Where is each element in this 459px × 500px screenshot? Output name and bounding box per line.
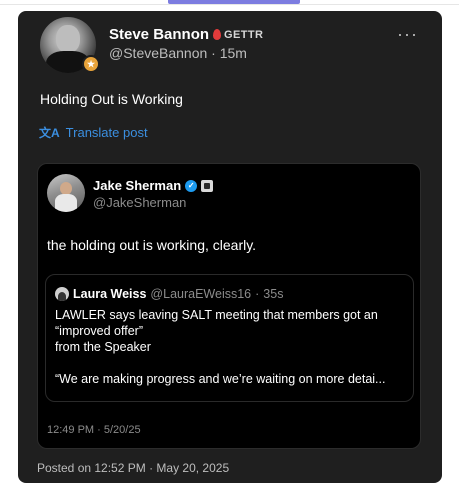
nested-header: Laura Weiss @LauraEWeiss16 · 35s bbox=[55, 287, 283, 301]
translate-button[interactable]: 文A Translate post bbox=[39, 124, 148, 141]
quoted-post[interactable]: Jake Sherman ✓ @JakeSherman the holding … bbox=[37, 163, 421, 449]
verified-icon: ✓ bbox=[185, 179, 198, 192]
translate-label: Translate post bbox=[65, 125, 148, 140]
nested-text: LAWLER says leaving SALT meeting that me… bbox=[55, 307, 410, 387]
author-handle-row: @SteveBannon · 15m bbox=[109, 45, 247, 61]
author-handle[interactable]: @SteveBannon bbox=[109, 45, 207, 61]
quoted-text: the holding out is working, clearly. bbox=[47, 237, 257, 253]
nested-author-handle[interactable]: @LauraEWeiss16 bbox=[150, 287, 251, 301]
quoted-timestamp: 12:49 PM · 5/20/25 bbox=[47, 424, 141, 436]
quoted-author-handle[interactable]: @JakeSherman bbox=[93, 195, 186, 210]
divider bbox=[0, 4, 459, 5]
badge-icon: ★ bbox=[82, 55, 100, 73]
post-card[interactable]: ★ Steve Bannon GETTR @SteveBannon · 15m … bbox=[18, 11, 442, 483]
nested-time: 35s bbox=[263, 287, 284, 301]
gettr-brand: GETTR bbox=[224, 28, 264, 41]
nested-author-name[interactable]: Laura Weiss bbox=[73, 287, 146, 301]
affiliation-icon bbox=[201, 179, 214, 192]
quoted-author-name[interactable]: Jake Sherman bbox=[93, 178, 181, 193]
translate-icon: 文A bbox=[39, 126, 60, 140]
post-time: 15m bbox=[219, 45, 247, 61]
posted-timestamp: Posted on 12:52 PM · May 20, 2025 bbox=[37, 461, 230, 475]
nested-author-avatar[interactable] bbox=[55, 287, 69, 301]
post-text: Holding Out is Working bbox=[40, 91, 183, 107]
nested-line: “We are making progress and we’re waitin… bbox=[55, 372, 386, 386]
gettr-icon: GETTR bbox=[213, 29, 263, 41]
nested-line: LAWLER says leaving SALT meeting that me… bbox=[55, 308, 378, 322]
nested-line: from the Speaker bbox=[55, 340, 151, 354]
author-name[interactable]: Steve Bannon bbox=[109, 26, 209, 43]
nested-line bbox=[55, 355, 410, 371]
nested-quote[interactable]: Laura Weiss @LauraEWeiss16 · 35s LAWLER … bbox=[45, 274, 414, 402]
quoted-author-avatar[interactable] bbox=[47, 174, 85, 212]
author-name-row: Steve Bannon GETTR bbox=[109, 26, 263, 43]
more-icon[interactable]: ··· bbox=[397, 25, 418, 43]
quoted-name-row: Jake Sherman ✓ bbox=[93, 178, 214, 193]
nested-line: “improved offer” bbox=[55, 324, 143, 338]
